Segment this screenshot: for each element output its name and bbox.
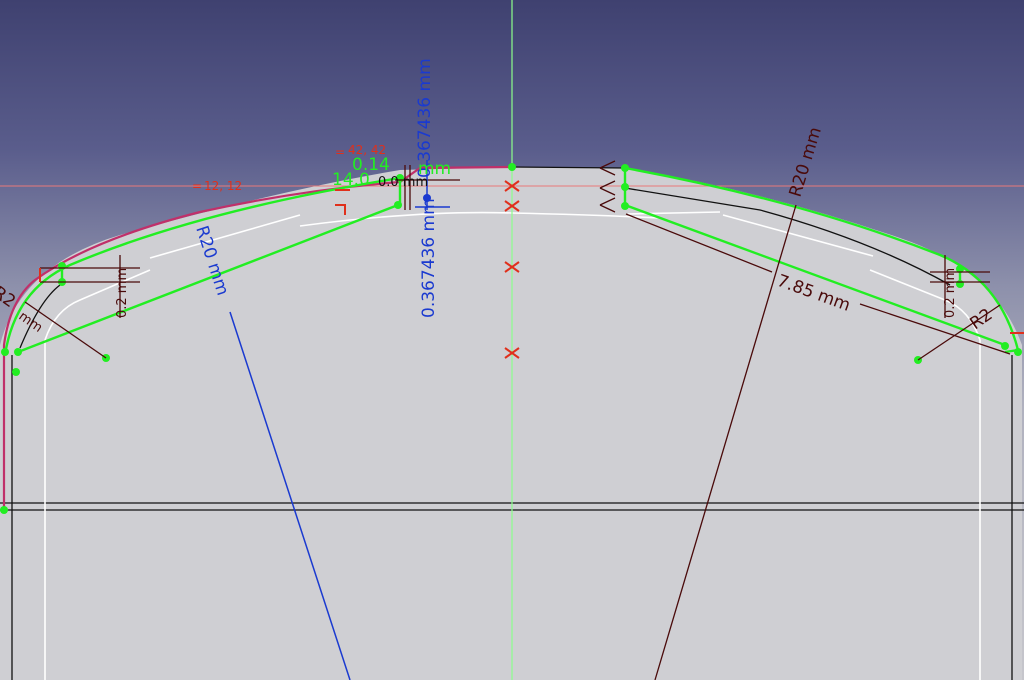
sketch-canvas[interactable]: R20 mm R20 mm 0.367436 mm 0.367436 mm 7.… xyxy=(0,0,1024,680)
equal-constraint-top[interactable]: 42, 42 xyxy=(348,143,386,157)
part-body xyxy=(0,167,1022,680)
radius-right-label[interactable]: R20 mm xyxy=(786,125,826,200)
width-left-label[interactable]: 0.2 mm xyxy=(115,268,130,318)
equal-constraint-left-symbol[interactable]: = xyxy=(192,179,202,193)
green-dim-b[interactable]: 14.0 xyxy=(332,170,370,190)
equal-constraint-left[interactable]: 12, 12 xyxy=(204,179,242,193)
equal-constraint-top-symbol[interactable]: = xyxy=(335,145,345,159)
width-right-label[interactable]: 0.2 mm xyxy=(943,268,958,318)
vertical-dim-bottom-label[interactable]: 0.367436 mm xyxy=(419,198,439,318)
black-dim-label[interactable]: 0.0 mm xyxy=(378,175,428,190)
3d-viewport[interactable]: R20 mm R20 mm 0.367436 mm 0.367436 mm 7.… xyxy=(0,0,1024,680)
